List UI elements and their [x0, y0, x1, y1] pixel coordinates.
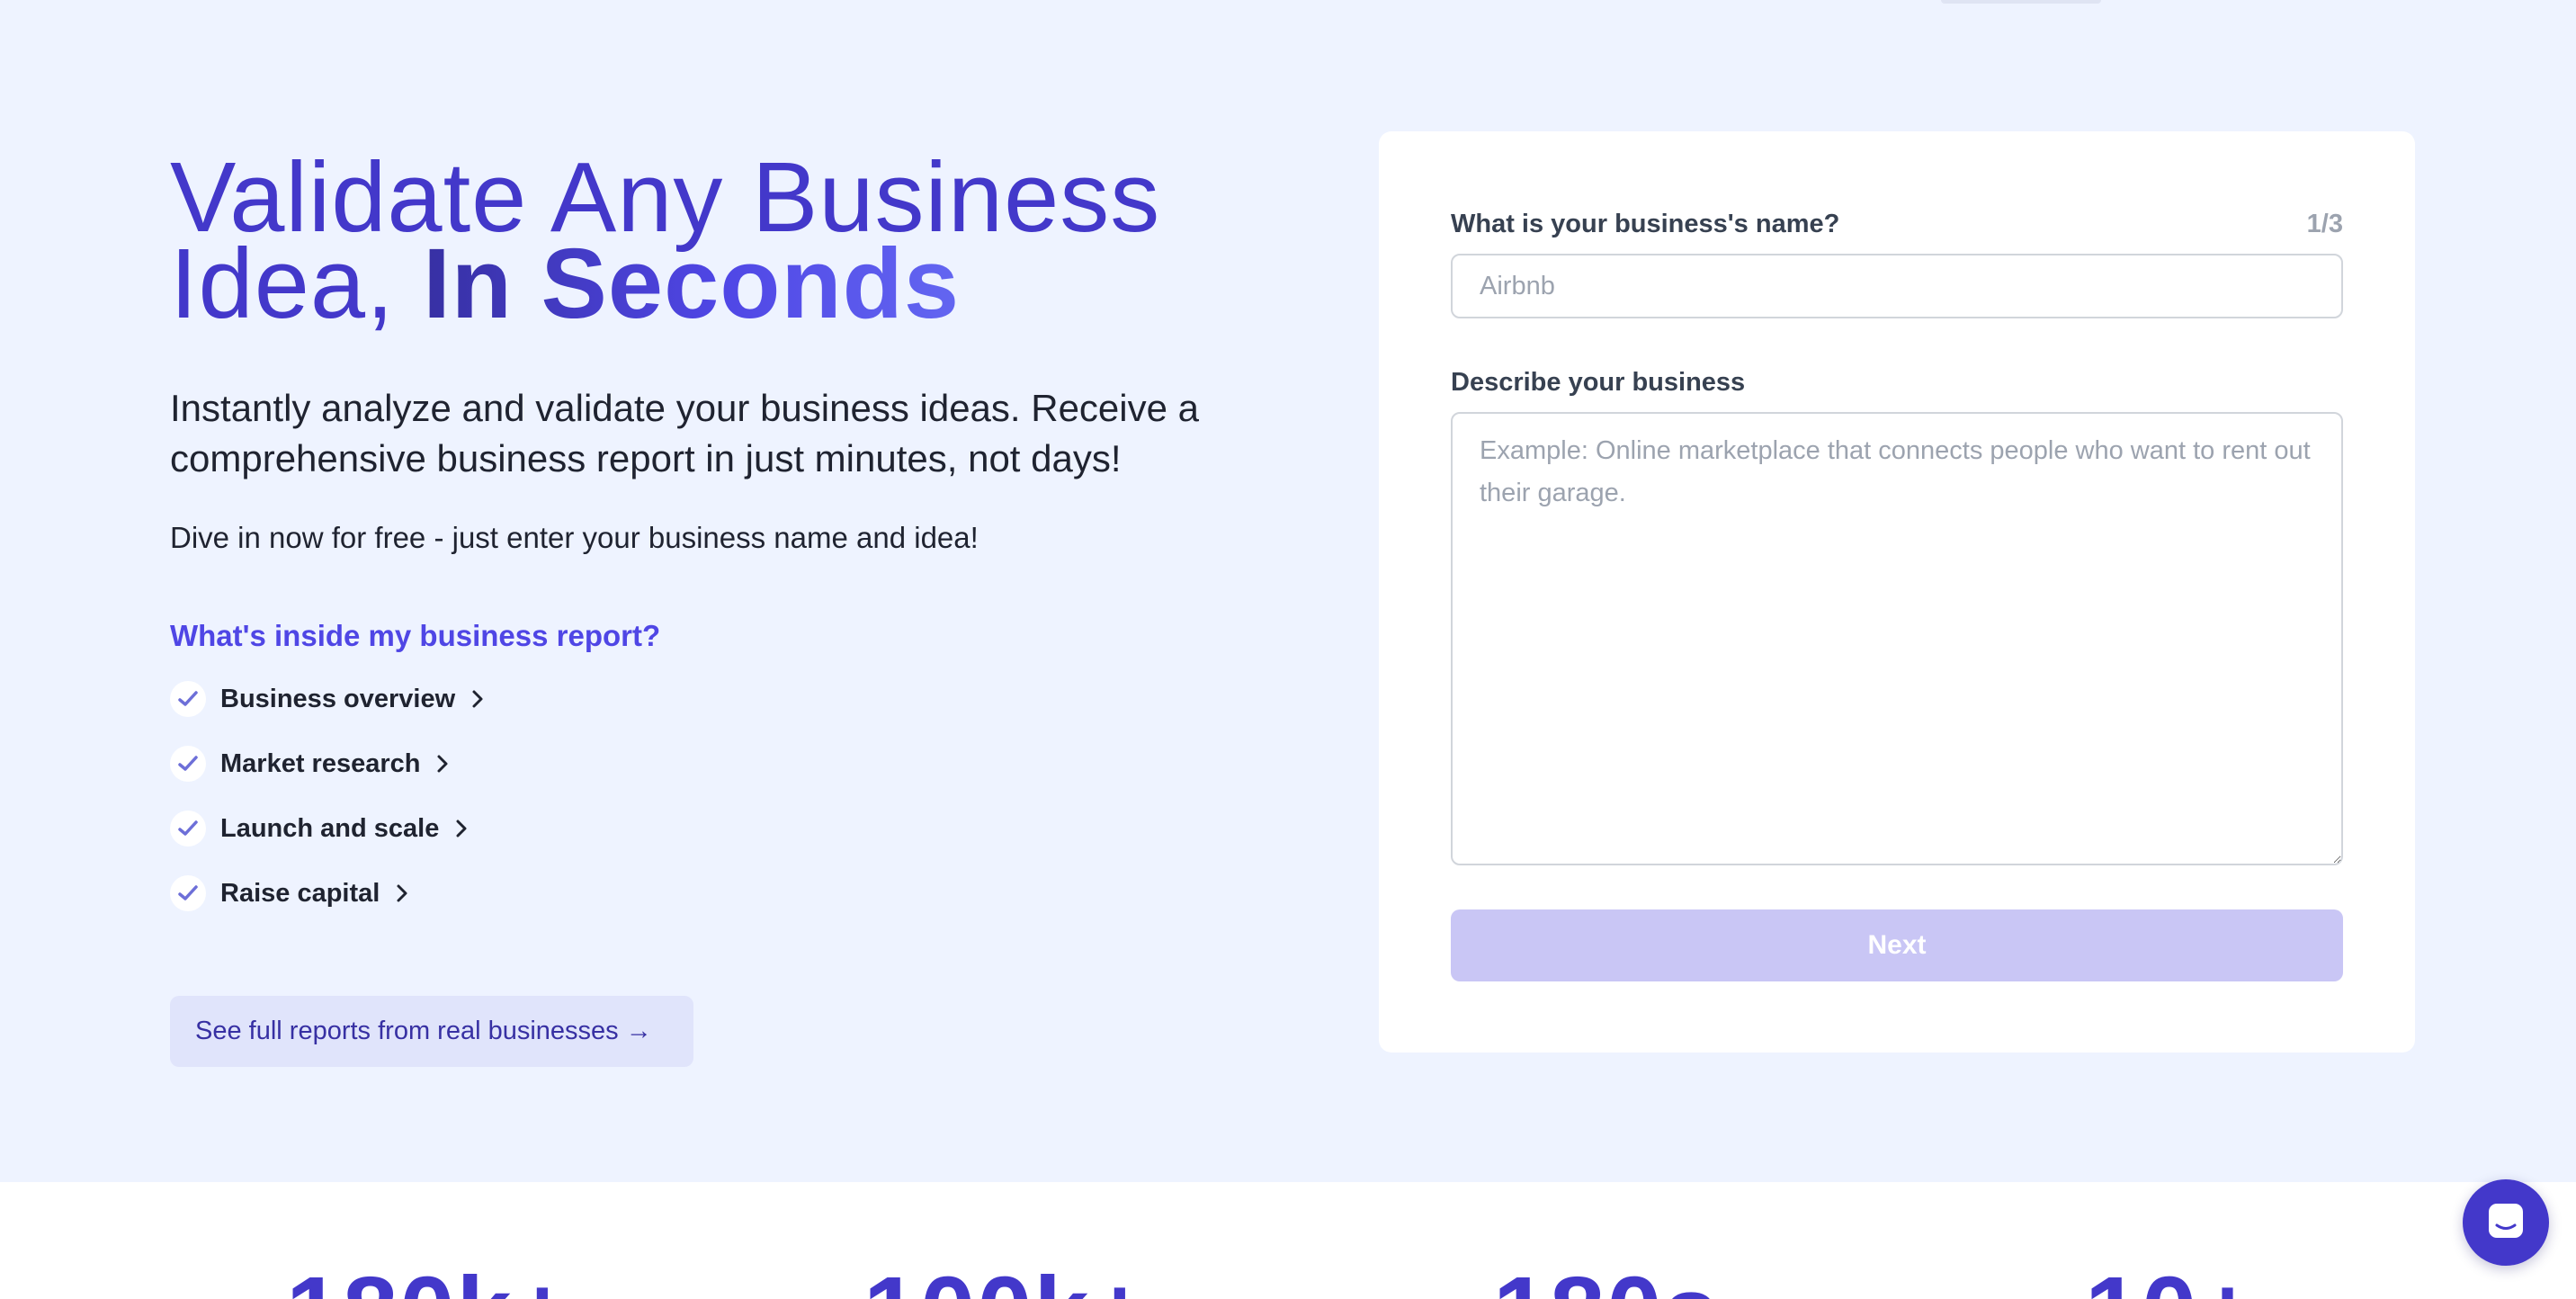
check-icon — [170, 746, 206, 782]
chat-launcher-button[interactable] — [2463, 1179, 2549, 1266]
hero-subtext: Dive in now for free - just enter your b… — [170, 521, 979, 554]
report-item-label: Raise capital — [220, 878, 380, 908]
top-nav-tab[interactable] — [1941, 0, 2101, 4]
stat-value: 10+ — [2085, 1263, 2258, 1299]
business-form-card: What is your business's name? 1/3 Descri… — [1379, 131, 2415, 1053]
check-icon — [170, 681, 206, 717]
chevron-right-icon — [396, 883, 408, 903]
hero-title: Validate Any Business Idea, In Seconds — [170, 148, 1285, 334]
hero-section: Validate Any Business Idea, In Seconds I… — [170, 148, 1285, 937]
hero-title-line2-regular: Idea, — [170, 228, 424, 339]
report-item-launch-and-scale[interactable]: Launch and scale — [170, 808, 1285, 849]
report-item-business-overview[interactable]: Business overview — [170, 678, 1285, 720]
report-item-market-research[interactable]: Market research — [170, 743, 1285, 784]
see-full-reports-link[interactable]: See full reports from real businesses → — [170, 996, 693, 1067]
stats-strip: 180k+ 100k+ 180s 10+ — [0, 1182, 2576, 1299]
report-item-raise-capital[interactable]: Raise capital — [170, 873, 1285, 914]
report-heading: What's inside my business report? — [170, 619, 661, 652]
stat-value: 180k+ — [286, 1263, 573, 1299]
report-item-label: Market research — [220, 748, 421, 778]
chevron-right-icon — [455, 819, 468, 838]
report-item-label: Business overview — [220, 684, 456, 713]
next-button[interactable]: Next — [1451, 909, 2343, 981]
check-icon — [170, 875, 206, 911]
business-description-label: Describe your business — [1451, 368, 1746, 397]
step-indicator: 1/3 — [2306, 210, 2343, 238]
hero-title-line2-bold: In Seconds — [423, 228, 961, 339]
stat-value: 100k+ — [863, 1263, 1150, 1299]
hero-lead: Instantly analyze and validate your busi… — [170, 387, 1200, 479]
report-item-label: Launch and scale — [220, 813, 440, 843]
report-list: Business overview Market research Launch… — [170, 678, 1285, 914]
check-icon — [170, 811, 206, 847]
stat-value: 180s — [1493, 1263, 1721, 1299]
chevron-right-icon — [471, 689, 484, 709]
business-description-textarea[interactable] — [1451, 412, 2343, 865]
chat-icon — [2486, 1201, 2526, 1245]
chevron-right-icon — [436, 754, 449, 774]
business-name-label: What is your business's name? — [1451, 210, 1840, 238]
business-name-input[interactable] — [1451, 254, 2343, 318]
